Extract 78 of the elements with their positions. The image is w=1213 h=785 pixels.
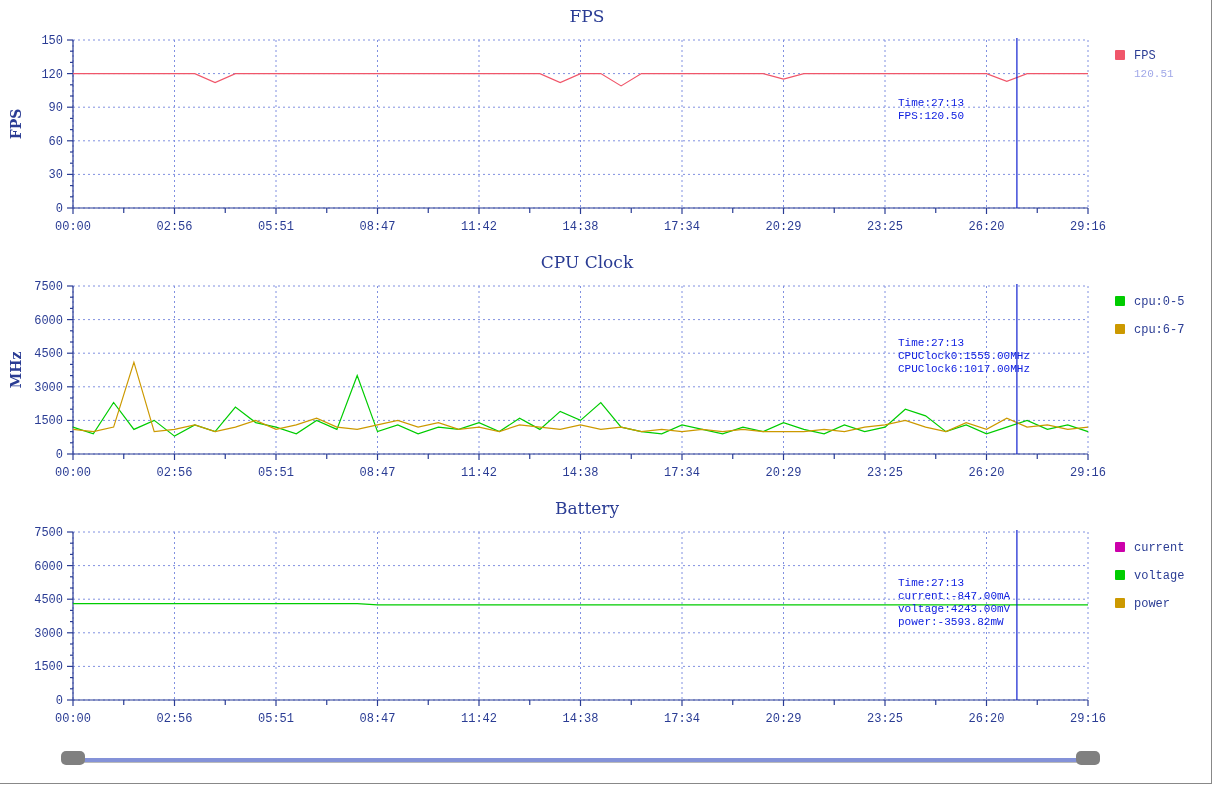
tick-label: 08:47 [359,712,396,726]
legend-label[interactable]: cpu:0-5 [1134,295,1185,309]
tick-label: 7500 [34,526,63,540]
tick-label: 26:20 [968,220,1005,234]
tick-label: 20:29 [765,220,802,234]
tick-label: 90 [48,101,63,116]
tick-label: 11:42 [461,712,497,726]
tick-label: 0 [55,694,63,708]
tick-label: 0 [55,448,63,462]
legend-swatch[interactable] [1115,542,1125,552]
tick-label: 08:47 [359,466,396,480]
tick-label: 02:56 [156,712,193,726]
tick-label: 05:51 [258,466,294,480]
tick-label: 150 [41,34,63,48]
tooltip-text: power:-3593.82mW [898,616,1004,628]
tick-label: 4500 [34,593,63,608]
tick-label: 7500 [34,280,63,294]
tick-label: 23:25 [867,466,903,480]
tick-label: 120 [41,67,63,82]
legend-swatch[interactable] [1115,296,1125,306]
tick-label: 05:51 [258,220,294,234]
tick-label: 02:56 [156,466,193,480]
slider-handle[interactable] [61,751,85,765]
tick-label: 11:42 [461,466,497,480]
tick-label: 1500 [34,660,63,675]
tooltip-text: Time:27:13 [898,97,964,109]
tick-label: 30 [48,168,63,183]
tick-label: 3000 [34,626,63,641]
tick-label: 6000 [34,313,63,328]
tick-label: 29:16 [1070,712,1106,726]
legend-label[interactable]: cpu:6-7 [1134,323,1185,337]
legend-swatch[interactable] [1115,598,1125,608]
tick-label: 29:16 [1070,220,1106,234]
tick-label: 17:34 [664,712,700,726]
tooltip-text: Time:27:13 [898,337,964,349]
slider-handle[interactable] [1076,751,1100,765]
tick-label: 00:00 [55,712,91,726]
legend-swatch[interactable] [1115,50,1125,60]
chart-title: CPU Clock [540,252,634,272]
tick-label: 6000 [34,559,63,574]
tick-label: 00:00 [55,466,91,480]
tooltip-text: voltage:4243.00mV [898,603,1011,615]
tick-label: 14:38 [562,712,599,726]
tick-label: 11:42 [461,220,497,234]
chart-title: FPS [569,6,605,26]
tick-label: 17:34 [664,220,700,234]
tooltip-text: FPS:120.50 [898,110,964,122]
tick-label: 20:29 [765,466,802,480]
tick-label: 3000 [34,380,63,395]
tick-label: 05:51 [258,712,294,726]
tick-label: 4500 [34,347,63,362]
tick-label: 00:00 [55,220,91,234]
tick-label: 14:38 [562,466,599,480]
tick-label: 29:16 [1070,466,1106,480]
legend-label[interactable]: current [1134,541,1185,555]
tick-label: 20:29 [765,712,802,726]
tick-label: 23:25 [867,220,903,234]
legend-label[interactable]: power [1134,597,1170,611]
tick-label: 26:20 [968,712,1005,726]
legend-label[interactable]: voltage [1134,569,1185,583]
legend-swatch[interactable] [1115,324,1125,334]
legend-reading: 120.51 [1134,68,1174,80]
tick-label: 17:34 [664,466,700,480]
tick-label: 08:47 [359,220,396,234]
tooltip-text: Time:27:13 [898,577,964,589]
tick-label: 0 [55,202,63,216]
y-axis-label: MHz [8,351,24,389]
chart-title: Battery [554,498,620,518]
y-axis-label: FPS [8,108,24,140]
tick-label: 1500 [34,414,63,429]
tick-label: 23:25 [867,712,903,726]
legend-label[interactable]: FPS [1134,49,1156,63]
tooltip-text: current:-847.00mA [898,590,1011,602]
tick-label: 02:56 [156,220,193,234]
legend-swatch[interactable] [1115,570,1125,580]
tick-label: 60 [48,134,63,149]
tick-label: 26:20 [968,466,1005,480]
tick-label: 14:38 [562,220,599,234]
